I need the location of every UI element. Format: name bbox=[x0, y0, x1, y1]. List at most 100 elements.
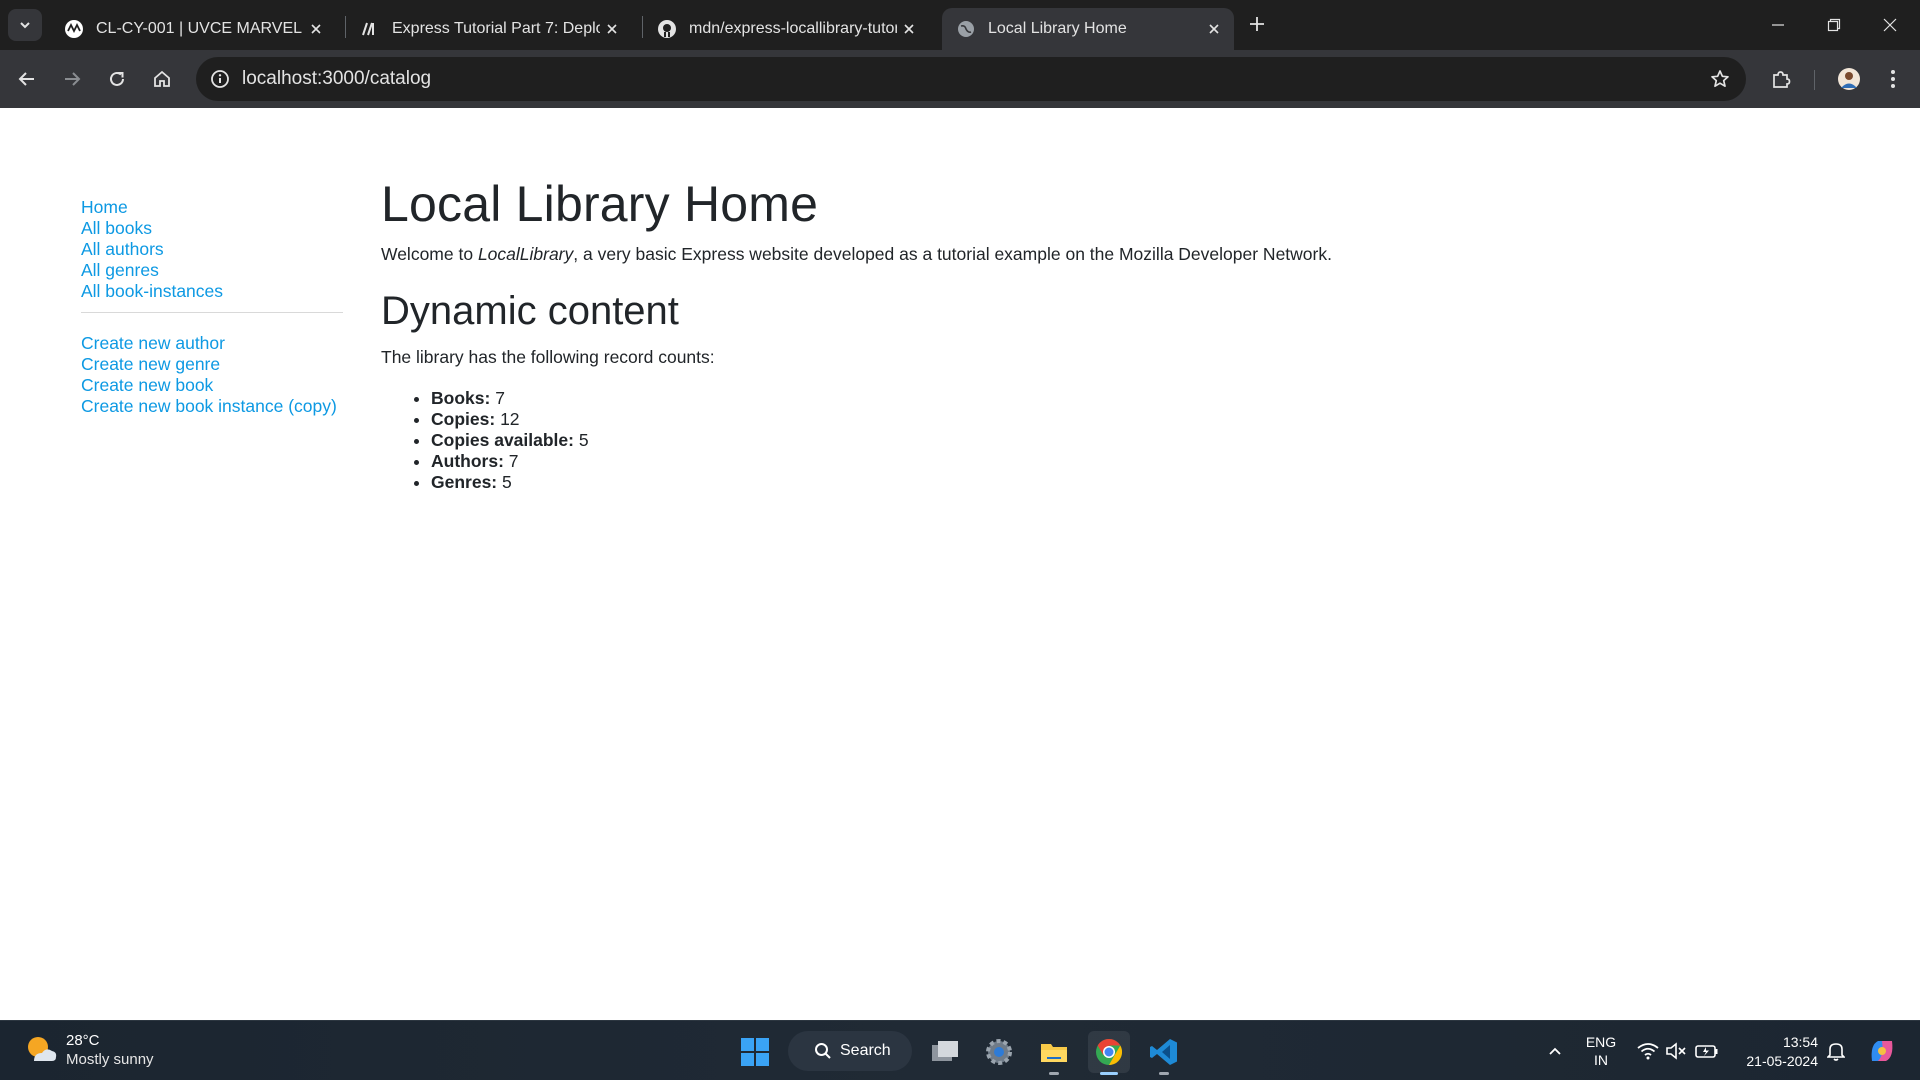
weather-widget[interactable]: 28°C Mostly sunny bbox=[24, 1031, 154, 1069]
taskbar-search[interactable]: Search bbox=[788, 1031, 912, 1071]
clock-time: 13:54 bbox=[1782, 1034, 1818, 1050]
home-button[interactable] bbox=[144, 61, 180, 97]
count-value: 7 bbox=[495, 388, 505, 408]
intro-paragraph: Welcome to LocalLibrary, a very basic Ex… bbox=[381, 244, 1781, 265]
sidebar-link-create-book[interactable]: Create new book bbox=[81, 375, 343, 396]
taskbar-vscode[interactable] bbox=[1143, 1031, 1185, 1075]
count-label: Copies: bbox=[431, 409, 496, 429]
plus-icon bbox=[1250, 17, 1264, 31]
language-code: ENG bbox=[1585, 1034, 1617, 1050]
globe-icon bbox=[956, 19, 976, 39]
profile-button[interactable] bbox=[1831, 61, 1867, 97]
sidebar-link-create-genre[interactable]: Create new genre bbox=[81, 354, 343, 375]
sun-cloud-icon bbox=[28, 1037, 57, 1061]
kebab-menu-icon bbox=[1891, 70, 1895, 88]
tab-title: CL-CY-001 | UVCE MARVEL bbox=[96, 20, 303, 37]
extensions-button[interactable] bbox=[1763, 61, 1799, 97]
copilot-button[interactable] bbox=[1862, 1021, 1902, 1080]
close-icon[interactable] bbox=[304, 17, 328, 41]
close-window-button[interactable] bbox=[1862, 0, 1918, 50]
new-tab-button[interactable] bbox=[1244, 11, 1270, 37]
wifi-status[interactable] bbox=[1634, 1021, 1662, 1080]
address-bar[interactable]: localhost:3000/catalog bbox=[196, 57, 1746, 101]
folder-icon bbox=[1041, 1044, 1067, 1062]
sidebar-link-all-genres[interactable]: All genres bbox=[81, 260, 343, 281]
count-label: Copies available: bbox=[431, 430, 574, 450]
forward-button[interactable] bbox=[54, 61, 90, 97]
show-hidden-icons-button[interactable] bbox=[1540, 1021, 1570, 1080]
web-page: Home All books All authors All genres Al… bbox=[0, 108, 1920, 1020]
reload-icon bbox=[110, 71, 124, 86]
counts-intro: The library has the following record cou… bbox=[381, 347, 715, 367]
count-value: 7 bbox=[508, 451, 519, 471]
chrome-icon bbox=[1096, 1038, 1123, 1066]
battery-status[interactable] bbox=[1692, 1021, 1722, 1080]
reload-button[interactable] bbox=[99, 61, 135, 97]
minimize-button[interactable] bbox=[1750, 0, 1806, 50]
battery-charging-icon bbox=[1695, 1045, 1718, 1058]
minimize-icon bbox=[1772, 24, 1784, 26]
sidebar-link-home[interactable]: Home bbox=[81, 197, 343, 218]
record-counts-list: Books: 7 Copies: 12 Copies available: 5 … bbox=[431, 388, 1781, 493]
sidebar-link-all-authors[interactable]: All authors bbox=[81, 239, 343, 260]
sidebar-link-all-book-instances[interactable]: All book-instances bbox=[81, 281, 343, 302]
back-button[interactable] bbox=[9, 61, 45, 97]
mdn-icon bbox=[360, 19, 380, 39]
count-item-copies: Copies: 12 bbox=[431, 409, 1781, 430]
intro-suffix: , a very basic Express website developed… bbox=[573, 244, 1332, 264]
puzzle-icon bbox=[1773, 71, 1791, 88]
close-icon[interactable] bbox=[897, 17, 921, 41]
sidebar-link-all-books[interactable]: All books bbox=[81, 218, 343, 239]
taskbar-file-explorer[interactable] bbox=[1033, 1031, 1075, 1075]
restore-button[interactable] bbox=[1806, 0, 1862, 50]
browser-tab-marvel[interactable]: CL-CY-001 | UVCE MARVEL bbox=[50, 8, 336, 50]
menu-button[interactable] bbox=[1875, 61, 1911, 97]
tab-strip: CL-CY-001 | UVCE MARVEL Express Tutorial… bbox=[0, 0, 1920, 50]
sidebar-link-create-book-instance[interactable]: Create new book instance (copy) bbox=[81, 396, 343, 417]
search-icon bbox=[815, 1043, 831, 1059]
chevron-up-icon bbox=[1549, 1047, 1561, 1055]
taskbar-settings-app[interactable] bbox=[978, 1031, 1020, 1073]
section-heading: Dynamic content bbox=[381, 289, 679, 333]
count-value: 12 bbox=[500, 409, 520, 429]
running-indicator bbox=[1049, 1072, 1059, 1075]
task-view-icon bbox=[932, 1041, 958, 1061]
site-info-icon[interactable] bbox=[204, 63, 236, 95]
windows-logo-icon bbox=[741, 1038, 769, 1066]
sidebar-divider bbox=[81, 312, 343, 313]
home-icon bbox=[154, 70, 170, 87]
back-arrow-icon bbox=[18, 72, 34, 86]
count-label: Genres: bbox=[431, 472, 498, 492]
running-indicator bbox=[1100, 1072, 1118, 1075]
intro-prefix: Welcome to bbox=[381, 244, 478, 264]
main-content: Local Library Home Welcome to LocalLibra… bbox=[381, 174, 1781, 493]
task-view-button[interactable] bbox=[924, 1031, 966, 1073]
close-icon bbox=[1883, 18, 1897, 32]
url-text: localhost:3000/catalog bbox=[242, 68, 432, 89]
browser-tab-express-tutorial[interactable]: Express Tutorial Part 7: Deploying bbox=[346, 8, 632, 50]
toolbar-divider bbox=[1814, 70, 1815, 90]
weather-text: 28°C Mostly sunny bbox=[66, 1031, 154, 1069]
github-icon bbox=[657, 19, 677, 39]
search-label: Search bbox=[840, 1042, 891, 1059]
notifications-button[interactable] bbox=[1822, 1021, 1850, 1080]
bookmark-star-icon[interactable] bbox=[1704, 63, 1736, 95]
taskbar-chrome[interactable] bbox=[1088, 1031, 1130, 1075]
tab-title: Local Library Home bbox=[988, 20, 1127, 37]
volume-status[interactable] bbox=[1662, 1021, 1690, 1080]
close-icon[interactable] bbox=[600, 17, 624, 41]
browser-toolbar: localhost:3000/catalog bbox=[0, 50, 1920, 108]
tab-search-button[interactable] bbox=[8, 9, 42, 41]
system-clock[interactable]: 13:54 21-05-2024 bbox=[1730, 1033, 1818, 1071]
browser-tab-github[interactable]: mdn/express-locallibrary-tutorial bbox=[643, 8, 929, 50]
close-icon[interactable] bbox=[1202, 17, 1226, 41]
count-label: Books: bbox=[431, 388, 491, 408]
gear-icon bbox=[986, 1039, 1012, 1065]
start-button[interactable] bbox=[734, 1031, 776, 1073]
marvel-icon bbox=[64, 19, 84, 39]
chevron-down-icon bbox=[20, 22, 30, 29]
count-value: 5 bbox=[502, 472, 512, 492]
browser-tab-local-library[interactable]: Local Library Home bbox=[942, 8, 1234, 50]
language-indicator[interactable]: ENG IN bbox=[1580, 1033, 1622, 1069]
sidebar-link-create-author[interactable]: Create new author bbox=[81, 333, 343, 354]
